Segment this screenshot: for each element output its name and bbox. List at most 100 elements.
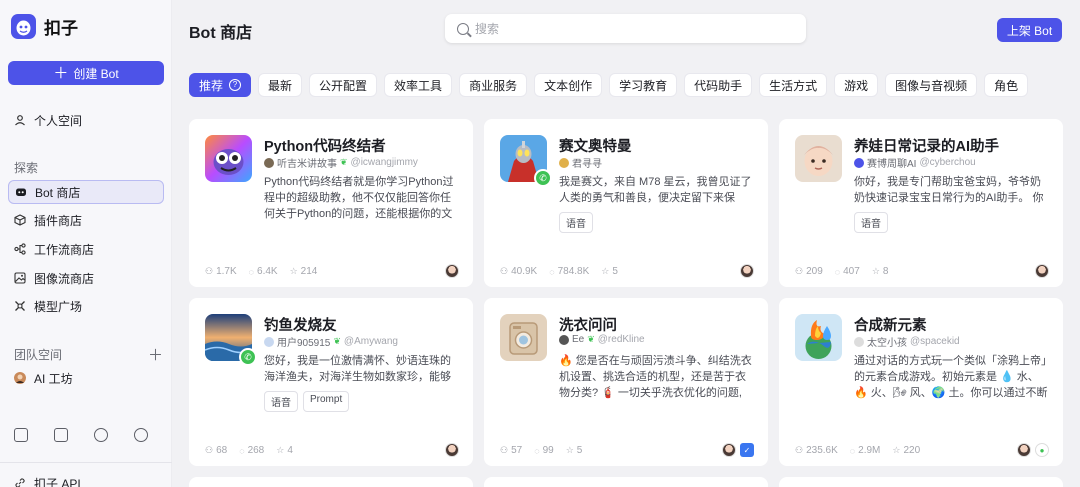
category-tabs: 推荐 ? 最新 公开配置 效率工具 商业服务 文本创作 学习教育 代码助手 生活… (189, 73, 1029, 97)
sidebar-item-coze-api[interactable]: 扣子 API (8, 471, 164, 487)
sidebar-item-label: 模型广场 (34, 299, 83, 314)
tab-characters[interactable]: 角色 (984, 73, 1029, 97)
bot-title: 养娃日常记录的AI助手 (854, 139, 999, 155)
help-icon[interactable]: ? (229, 79, 242, 91)
team-avatar-icon (14, 372, 26, 384)
author-avatar (854, 336, 864, 347)
platform-icons: ● (1017, 443, 1049, 457)
sidebar-item-model-square[interactable]: 模型广场 (8, 294, 164, 318)
stars-count: 214 (300, 266, 318, 277)
bot-card[interactable]: 养娃日常记录的AI助手 赛博周聊AI @cyberchou 你好，我是专门帮助宝… (779, 119, 1063, 287)
cube-icon (14, 214, 26, 226)
tab-productivity[interactable]: 效率工具 (384, 73, 453, 97)
users-icon: ⚇ (795, 266, 804, 276)
chat-count-icon: ◌ (534, 445, 540, 456)
create-bot-button[interactable]: ＋ 创建 Bot (8, 61, 164, 85)
sidebar-item-workflow-store[interactable]: 工作流商店 (8, 237, 164, 261)
search-bar[interactable] (445, 14, 806, 43)
bot-description: 🔥 您是否在与顽固污渍斗争、纠结洗衣机设置、挑选合适的机型，还是苦于衣物分类? … (559, 355, 752, 399)
sidebar-item-ai-workshop[interactable]: AI 工坊 (8, 366, 164, 390)
tab-recommended[interactable]: 推荐 ? (189, 73, 252, 97)
tab-business[interactable]: 商业服务 (459, 73, 528, 97)
app-logo[interactable]: 扣子 (11, 14, 78, 39)
sidebar-item-bot-store[interactable]: Bot 商店 (8, 180, 164, 204)
sidebar-item-label: 工作流商店 (34, 242, 95, 257)
stars-count: 220 (903, 445, 921, 456)
chat-count-icon: ◌ (849, 445, 856, 456)
sidebar-item-personal[interactable]: 个人空间 (8, 108, 164, 132)
coze-logo-icon (11, 14, 36, 39)
bot-author[interactable]: Ee ❦ @redKline (559, 334, 645, 345)
bot-title: Python代码终结者 (264, 139, 386, 155)
tab-lifestyle[interactable]: 生活方式 (759, 73, 828, 97)
workflow-icon (14, 243, 26, 255)
bot-card[interactable]: 合成新元素 太空小孩 @spacekid 通过对话的方式玩一个类似「涂鸦上帝」的… (779, 298, 1063, 466)
platform-icons (445, 264, 459, 278)
page-title: Bot 商店 (189, 25, 253, 42)
tab-writing[interactable]: 文本创作 (534, 73, 603, 97)
doubao-icon (1035, 264, 1049, 278)
publish-bot-button[interactable]: 上架 Bot (997, 18, 1062, 42)
bot-author[interactable]: 赛博周聊AI @cyberchou (854, 155, 976, 170)
feishu-icon: ✓ (740, 443, 754, 457)
bot-avatar (205, 135, 252, 182)
author-avatar (559, 334, 569, 345)
bot-avatar (795, 314, 842, 361)
bot-title: 钓鱼发烧友 (264, 318, 337, 334)
bot-title: 合成新元素 (854, 318, 927, 334)
voice-badge-icon: ✆ (239, 348, 257, 366)
bot-card-partial[interactable] (189, 477, 473, 487)
bot-card[interactable]: ✆ 钓鱼发烧友 用户905915 ❦ @Amywang 您好，我是一位激情满怀、… (189, 298, 473, 466)
tab-public-config[interactable]: 公开配置 (309, 73, 378, 97)
bot-card[interactable]: 洗衣问问 Ee ❦ @redKline 🔥 您是否在与顽固污渍斗争、纠结洗衣机设… (484, 298, 768, 466)
wechat-icon: ● (1035, 443, 1049, 457)
discord-icon[interactable] (134, 428, 148, 442)
bot-stats: ⚇ 68 ◌ 268 ☆ 4 (205, 445, 293, 456)
bot-card-partial[interactable] (779, 477, 1063, 487)
sidebar-item-label: AI 工坊 (34, 371, 73, 386)
star-icon: ☆ (601, 266, 610, 276)
author-name: 太空小孩 (867, 338, 907, 349)
bot-avatar (795, 135, 842, 182)
sidebar-item-plugin-store[interactable]: 插件商店 (8, 208, 164, 232)
author-handle: @spacekid (910, 336, 960, 347)
verified-icon: ❦ (340, 157, 348, 167)
tab-latest[interactable]: 最新 (258, 73, 303, 97)
author-name: 用户905915 (277, 338, 331, 349)
bot-author[interactable]: 太空小孩 @spacekid (854, 334, 960, 349)
chat-count-icon: ◌ (248, 266, 255, 277)
chat-count-icon: ◌ (549, 266, 555, 277)
tab-image-video[interactable]: 图像与音视频 (885, 73, 978, 97)
platform-icons (1035, 264, 1049, 278)
author-handle: @icwangjimmy (350, 157, 418, 168)
bot-author[interactable]: 用户905915 ❦ @Amywang (264, 334, 398, 349)
voice-badge-icon: ✆ (534, 169, 552, 187)
author-avatar (559, 157, 569, 168)
mail-icon[interactable] (54, 428, 68, 442)
bot-author[interactable]: 听吉米讲故事 ❦ @icwangjimmy (264, 155, 418, 170)
bot-stats: ⚇ 57 ◌ 99 ☆ 5 (500, 445, 582, 456)
users-count: 57 (511, 445, 523, 456)
tab-code-assistant[interactable]: 代码助手 (684, 73, 753, 97)
author-avatar (854, 157, 864, 168)
sidebar-item-label: 插件商店 (34, 213, 83, 228)
bot-card[interactable]: ✆ 赛文奥特曼 君寻寻 我是赛文，来自 M78 星云，我曾见证了人类的勇气和善良… (484, 119, 768, 287)
star-icon: ☆ (276, 445, 285, 455)
model-icon (14, 300, 26, 312)
bot-card-partial[interactable] (484, 477, 768, 487)
author-handle: @redKline (597, 334, 645, 345)
chat-icon[interactable] (94, 428, 108, 442)
bot-avatar (500, 314, 547, 361)
users-count: 40.9K (511, 266, 538, 277)
tab-games[interactable]: 游戏 (834, 73, 879, 97)
stars-count: 5 (612, 266, 618, 277)
sidebar-item-label: 扣子 API (34, 476, 81, 487)
tab-education[interactable]: 学习教育 (609, 73, 678, 97)
document-icon[interactable] (14, 428, 28, 442)
bot-stats: ⚇ 209 ◌ 407 ☆ 8 (795, 266, 888, 277)
sidebar-item-imageflow-store[interactable]: 图像流商店 (8, 266, 164, 290)
search-input[interactable] (475, 21, 775, 36)
add-team-icon[interactable]: ＋ (148, 344, 163, 365)
bot-author[interactable]: 君寻寻 (559, 155, 602, 170)
bot-card[interactable]: Python代码终结者 听吉米讲故事 ❦ @icwangjimmy Python… (189, 119, 473, 287)
